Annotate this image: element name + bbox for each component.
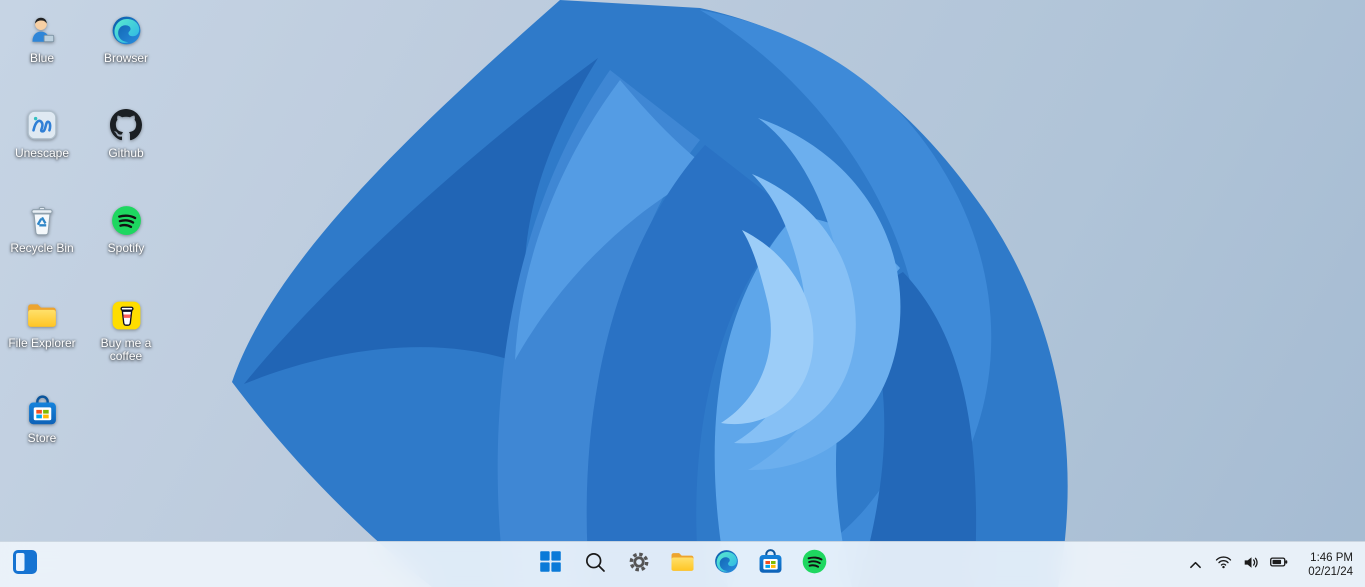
desktop-icon-blue[interactable]: Blue: [0, 4, 84, 99]
taskbar-edge-button[interactable]: [707, 544, 747, 584]
taskbar-pinned-apps: [531, 544, 835, 584]
taskbar-settings-button[interactable]: [619, 544, 659, 584]
clock[interactable]: 1:46 PM 02/21/24: [1302, 548, 1359, 582]
desktop-icon-label: Unescape: [14, 146, 70, 160]
taskbar-spotify-button[interactable]: [795, 544, 835, 584]
unescape-icon: [24, 107, 60, 143]
spotify-icon: [801, 548, 828, 580]
desktop-icon-browser[interactable]: Browser: [84, 4, 168, 99]
taskbar: 1:46 PM 02/21/24: [0, 541, 1365, 587]
desktop-icon-grid: Blue Browser Unescape Github Recycle Bin…: [0, 4, 168, 479]
desktop: Blue Browser Unescape Github Recycle Bin…: [0, 0, 1365, 587]
taskbar-search-button[interactable]: [575, 544, 615, 584]
desktop-icon-store[interactable]: Store: [0, 384, 84, 479]
desktop-icon-label: Spotify: [107, 241, 145, 255]
taskbar-panel-button[interactable]: [5, 544, 45, 584]
wifi-icon: [1215, 555, 1232, 574]
spotify-icon: [108, 202, 144, 238]
volume-icon: [1243, 555, 1260, 575]
recycle-bin-icon: [24, 202, 60, 238]
taskbar-store-button[interactable]: [751, 544, 791, 584]
edge-browser-icon: [108, 12, 144, 48]
taskbar-file-explorer-button[interactable]: [663, 544, 703, 584]
hidden-icons-button[interactable]: [1182, 548, 1208, 582]
folder-icon: [669, 548, 696, 580]
taskbar-start-button[interactable]: [531, 544, 571, 584]
desktop-icon-label: Buy me a coffee: [100, 336, 152, 363]
system-tray: 1:46 PM 02/21/24: [1182, 542, 1359, 587]
settings-gear-icon: [626, 549, 652, 580]
file-explorer-icon: [24, 297, 60, 333]
side-panel-icon: [11, 548, 39, 581]
desktop-icon-spotify[interactable]: Spotify: [84, 194, 168, 289]
battery-button[interactable]: [1266, 548, 1292, 582]
desktop-icon-label: Recycle Bin: [10, 241, 74, 255]
buy-me-a-coffee-icon: [108, 297, 144, 333]
desktop-icon-label: Blue: [29, 51, 55, 65]
desktop-icon-recycle-bin[interactable]: Recycle Bin: [0, 194, 84, 289]
desktop-icon-buy-me-a-coffee[interactable]: Buy me a coffee: [84, 289, 168, 384]
desktop-icon-label: Browser: [103, 51, 148, 65]
desktop-icon-github[interactable]: Github: [84, 99, 168, 194]
desktop-icon-file-explorer[interactable]: File Explorer: [0, 289, 84, 384]
volume-button[interactable]: [1238, 548, 1264, 582]
edge-browser-icon: [713, 548, 740, 580]
windows-start-icon: [538, 549, 563, 579]
github-icon: [108, 107, 144, 143]
blue-avatar-icon: [24, 12, 60, 48]
desktop-icon-unescape[interactable]: Unescape: [0, 99, 84, 194]
chevron-up-icon: [1189, 556, 1202, 574]
date-label: 02/21/24: [1308, 565, 1353, 578]
desktop-icon-label: Store: [27, 431, 57, 445]
network-button[interactable]: [1210, 548, 1236, 582]
microsoft-store-icon: [24, 392, 60, 428]
desktop-icon-label: File Explorer: [8, 336, 76, 350]
battery-icon: [1270, 555, 1288, 574]
desktop-icon-label: Github: [108, 146, 144, 160]
bloom-wallpaper: [232, 0, 1068, 587]
time-label: 1:46 PM: [1310, 551, 1353, 564]
microsoft-store-icon: [757, 548, 784, 580]
search-icon: [583, 550, 607, 579]
